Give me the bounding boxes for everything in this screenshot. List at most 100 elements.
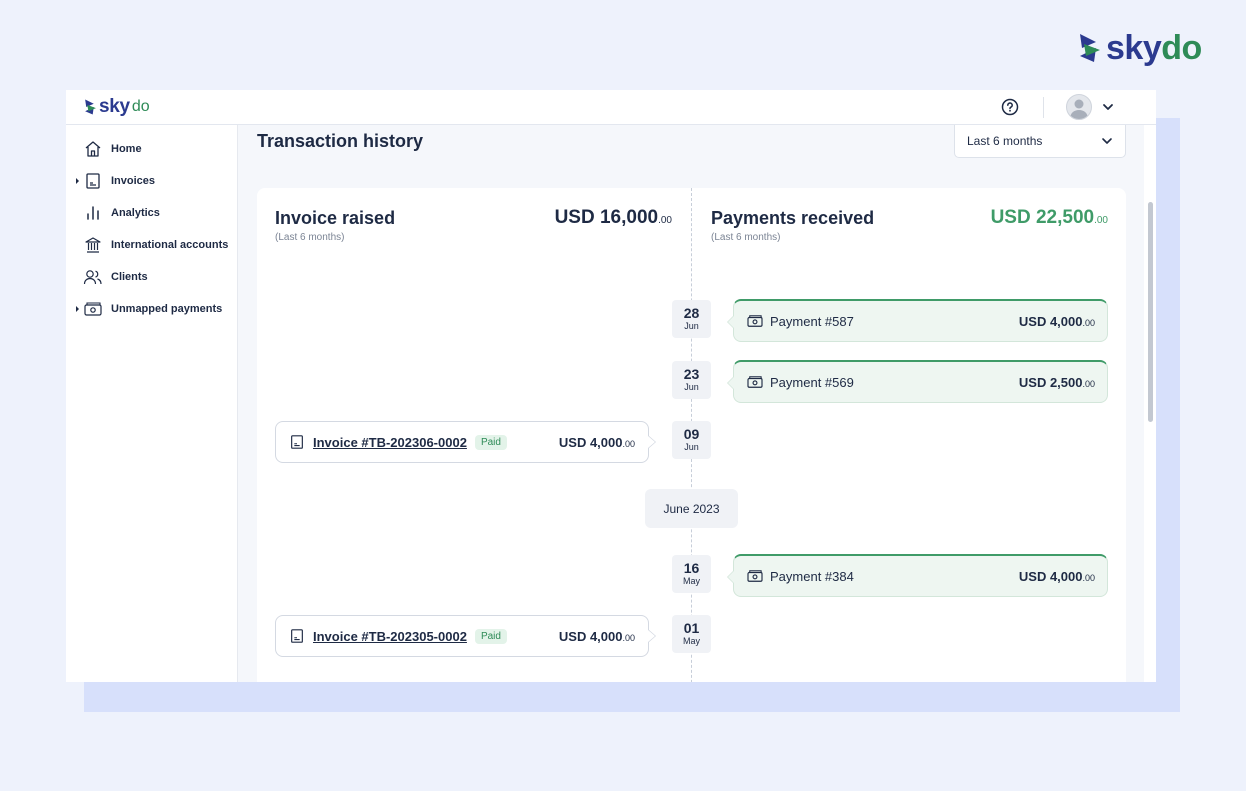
- avatar: [1066, 94, 1092, 120]
- expand-caret-icon: [76, 178, 79, 184]
- brand-logo-text-value: sky: [1106, 29, 1162, 67]
- transaction-timeline-card: Invoice raised (Last 6 months) USD 16,00…: [257, 188, 1126, 682]
- sidebar-item-label: Home: [111, 143, 142, 155]
- app-logo-text: sky: [99, 96, 130, 117]
- sidebar-item-label: Clients: [111, 271, 148, 283]
- date-month: Jun: [684, 321, 699, 332]
- brand-logo-text: skydo: [1106, 31, 1202, 65]
- payment-amount: USD 4,000.00: [1019, 314, 1095, 329]
- amount-cents: .00: [1082, 572, 1095, 583]
- app-window: sky do Home Invoices Analytics Internati…: [66, 90, 1156, 682]
- payment-card[interactable]: Payment #587 USD 4,000.00: [727, 299, 1108, 342]
- main-content: Transaction history Last 6 months Invoic…: [238, 125, 1156, 682]
- sidebar-item-invoices[interactable]: Invoices: [66, 168, 237, 194]
- amount-cents: .00: [622, 438, 635, 449]
- amount-value: USD 4,000: [1018, 568, 1083, 584]
- topbar: sky do: [66, 90, 1156, 125]
- users-icon: [83, 267, 103, 287]
- date-day: 16: [683, 559, 700, 576]
- invoice-summary-title: Invoice raised: [275, 208, 396, 228]
- chevron-down-icon: [1102, 138, 1112, 144]
- invoice-summary-subtitle: (Last 6 months): [275, 232, 345, 243]
- payment-amount: USD 4,000.00: [1019, 569, 1095, 584]
- amount-value: USD 22,500: [990, 207, 1095, 228]
- amount-value: USD 4,000: [1018, 313, 1083, 329]
- invoice-amount: USD 4,000.00: [559, 629, 635, 644]
- sidebar-item-label: Invoices: [111, 175, 156, 187]
- scrollbar-thumb[interactable]: [1148, 202, 1153, 422]
- date-day: 01: [683, 619, 700, 636]
- amount-value: USD 16,000: [554, 207, 659, 228]
- date-day: 09: [683, 425, 700, 442]
- payment-card[interactable]: Payment #384 USD 4,000.00: [727, 554, 1108, 597]
- status-badge: Paid: [474, 434, 507, 450]
- invoice-link[interactable]: Invoice #TB-202306-0002: [313, 435, 467, 450]
- date-chip: 01 May: [672, 615, 711, 653]
- date-chip: 09 Jun: [672, 421, 711, 459]
- sidebar-item-unmapped-payments[interactable]: Unmapped payments: [66, 296, 237, 322]
- analytics-icon: [83, 203, 103, 223]
- payment-summary-subtitle: (Last 6 months): [711, 232, 781, 243]
- help-icon: [1001, 98, 1019, 116]
- invoice-summary: Invoice raised (Last 6 months): [275, 208, 395, 243]
- sidebar-item-clients[interactable]: Clients: [66, 264, 237, 290]
- logo-text-accent: do: [131, 98, 150, 115]
- cash-icon: [747, 376, 763, 388]
- date-day: 28: [683, 304, 700, 321]
- date-month: May: [682, 636, 700, 647]
- status-badge: Paid: [474, 628, 507, 644]
- page-title: Transaction history: [257, 131, 424, 151]
- logo-text-accent: do: [1161, 29, 1202, 67]
- topbar-divider: [1043, 97, 1044, 118]
- cash-icon: [83, 299, 103, 319]
- amount-value: USD 4,000: [558, 434, 623, 450]
- sidebar-item-label: Analytics: [111, 207, 160, 219]
- invoice-icon: [291, 435, 303, 449]
- help-button[interactable]: [1000, 97, 1020, 117]
- sidebar-item-analytics[interactable]: Analytics: [66, 200, 237, 226]
- month-separator: June 2023: [645, 489, 738, 528]
- invoice-amount: USD 4,000.00: [559, 435, 635, 450]
- account-menu-button[interactable]: [1066, 93, 1128, 121]
- date-chip: 23 Jun: [672, 361, 711, 399]
- date-month: Jun: [684, 442, 699, 453]
- amount-cents: .00: [1082, 317, 1095, 328]
- invoice-link[interactable]: Invoice #TB-202305-0002: [313, 629, 467, 644]
- invoice-icon: [291, 629, 303, 643]
- user-avatar-icon: [1070, 99, 1088, 119]
- cash-icon: [747, 315, 763, 327]
- home-icon: [83, 139, 103, 159]
- sidebar-item-label: Unmapped payments: [111, 303, 223, 315]
- invoice-icon: [83, 171, 103, 191]
- payment-amount: USD 2,500.00: [1019, 375, 1095, 390]
- skydo-logo-icon: [85, 99, 96, 115]
- date-chip: 28 Jun: [672, 300, 711, 338]
- date-day: 23: [683, 365, 700, 382]
- date-range-select[interactable]: Last 6 months: [954, 125, 1126, 158]
- invoice-card[interactable]: Invoice #TB-202305-0002 Paid USD 4,000.0…: [275, 615, 656, 657]
- date-month: Jun: [684, 382, 699, 393]
- payment-summary-title: Payments received: [711, 208, 875, 228]
- expand-caret-icon: [76, 306, 79, 312]
- payment-title: Payment #569: [770, 374, 854, 390]
- bank-icon: [83, 235, 103, 255]
- sidebar-item-home[interactable]: Home: [66, 136, 237, 162]
- payment-title: Payment #587: [770, 313, 854, 329]
- app-logo[interactable]: sky do: [83, 96, 150, 118]
- amount-cents: .00: [1094, 215, 1108, 226]
- invoice-card[interactable]: Invoice #TB-202306-0002 Paid USD 4,000.0…: [275, 421, 656, 463]
- skydo-logo-icon: [1080, 34, 1100, 62]
- date-range-select-value: Last 6 months: [967, 134, 1043, 148]
- payment-summary-amount: USD 22,500.00: [991, 207, 1108, 229]
- payment-card[interactable]: Payment #569 USD 2,500.00: [727, 360, 1108, 403]
- amount-cents: .00: [622, 632, 635, 643]
- amount-value: USD 4,000: [558, 628, 623, 644]
- sidebar-item-label: International accounts: [111, 239, 229, 251]
- invoice-summary-amount: USD 16,000.00: [555, 207, 672, 229]
- brand-logo: skydo: [1076, 28, 1202, 68]
- chevron-down-icon: [1103, 104, 1113, 110]
- amount-cents: .00: [1082, 378, 1095, 389]
- sidebar-item-international-accounts[interactable]: International accounts: [66, 232, 237, 258]
- payment-title: Payment #384: [770, 568, 854, 584]
- amount-cents: .00: [658, 215, 672, 226]
